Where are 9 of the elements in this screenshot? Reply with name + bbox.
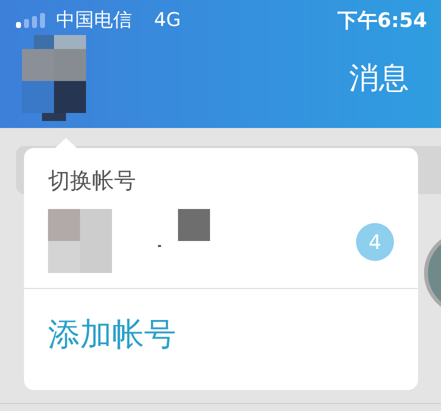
popup-title: 切换帐号 xyxy=(48,168,136,196)
account-row[interactable]: 4 xyxy=(24,196,418,289)
network-type: 4G xyxy=(154,9,181,31)
page-title: 消息 xyxy=(349,60,409,98)
add-account-button[interactable]: 添加帐号 xyxy=(24,289,176,357)
carrier-name: 中国电信 xyxy=(56,8,132,33)
unread-badge: 4 xyxy=(356,223,394,261)
signal-icon xyxy=(16,12,48,28)
clock-time: 下午6:54 xyxy=(337,6,427,34)
